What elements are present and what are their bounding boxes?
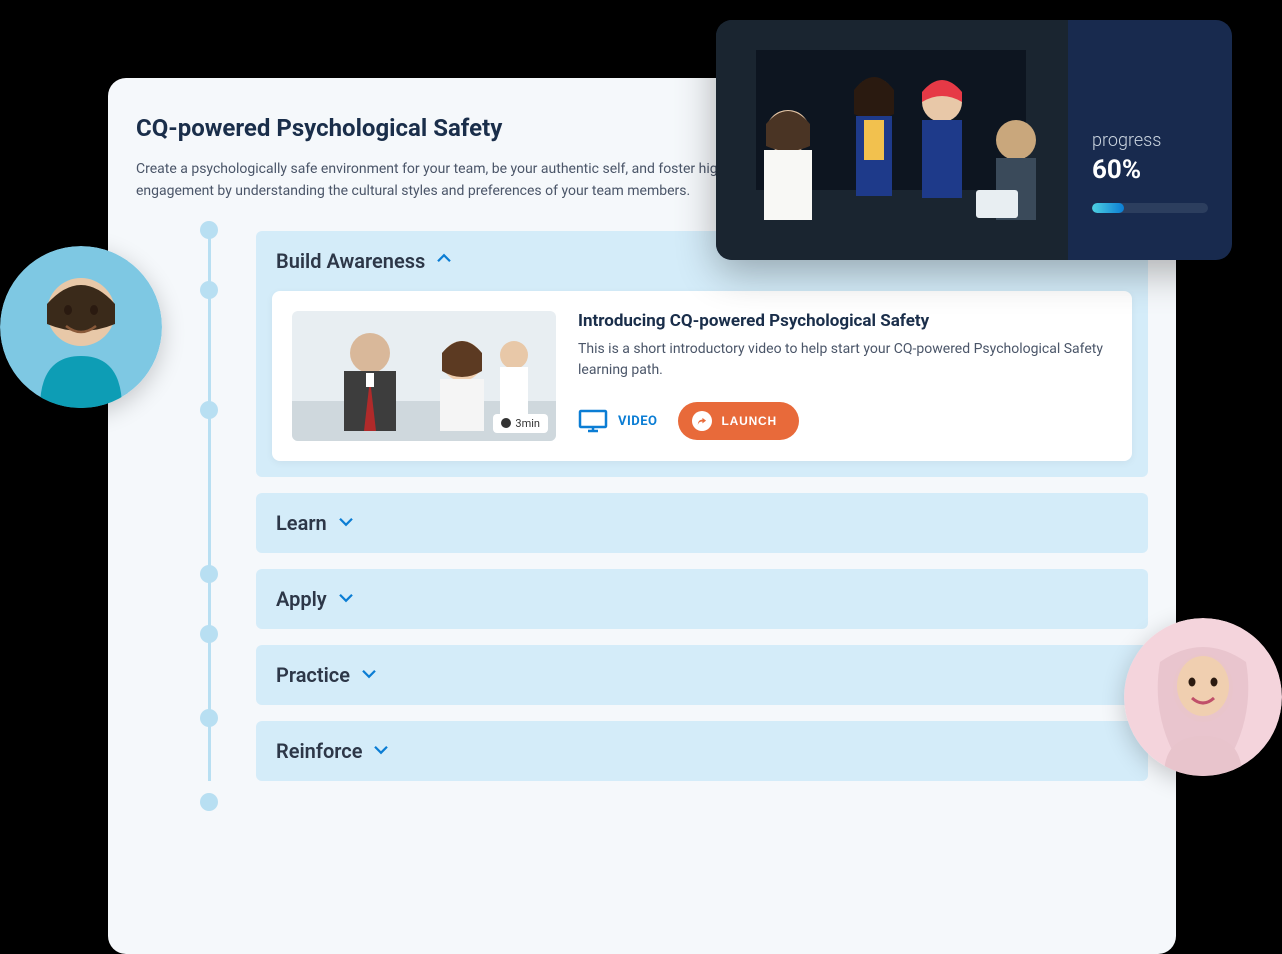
header-section: CQ-powered Psychological Safety Create a… (136, 110, 726, 231)
chevron-up-icon (435, 250, 453, 272)
section-build-awareness: Build Awareness (256, 231, 1148, 477)
sections-list: Build Awareness (256, 231, 1148, 781)
avatar (1124, 618, 1282, 776)
section-header-apply[interactable]: Apply (256, 569, 1148, 629)
chevron-down-icon (372, 740, 390, 762)
section-practice: Practice (256, 645, 1148, 705)
chevron-down-icon (337, 588, 355, 610)
timeline-dot (200, 793, 218, 811)
video-type-indicator: VIDEO (578, 409, 658, 433)
section-learn: Learn (256, 493, 1148, 553)
share-arrow-icon (692, 411, 712, 431)
lesson-thumbnail[interactable]: 3min (292, 311, 556, 441)
timeline-dot (200, 709, 218, 727)
hero-progress-card: progress 60% (716, 20, 1232, 260)
hero-image (716, 20, 1068, 260)
page-description: Create a psychologically safe environmen… (136, 158, 726, 203)
section-title: Reinforce (276, 739, 362, 763)
section-title: Practice (276, 663, 350, 687)
progress-bar (1092, 203, 1208, 213)
lesson-actions: VIDEO LAUNCH (578, 402, 1112, 440)
page-title: CQ-powered Psychological Safety (136, 114, 726, 142)
timeline-dot (200, 401, 218, 419)
timeline-dot (200, 221, 218, 239)
avatar (0, 246, 162, 408)
progress-fill (1092, 203, 1124, 213)
section-title: Learn (276, 511, 327, 535)
lesson-description: This is a short introductory video to he… (578, 339, 1112, 382)
timeline-dot (200, 625, 218, 643)
section-header-reinforce[interactable]: Reinforce (256, 721, 1148, 781)
launch-button[interactable]: LAUNCH (678, 402, 799, 440)
section-content: 3min Introducing CQ-powered Psychologica… (256, 291, 1148, 477)
chevron-down-icon (360, 664, 378, 686)
lesson-title: Introducing CQ-powered Psychological Saf… (578, 311, 1112, 331)
section-reinforce: Reinforce (256, 721, 1148, 781)
timeline-dot (200, 281, 218, 299)
timeline-line (208, 223, 211, 781)
hero-progress-panel: progress 60% (1068, 20, 1232, 260)
section-title: Apply (276, 587, 327, 611)
timeline-container: Build Awareness (136, 231, 1148, 781)
clock-icon (501, 418, 511, 428)
section-header-practice[interactable]: Practice (256, 645, 1148, 705)
monitor-icon (578, 409, 608, 433)
section-title: Build Awareness (276, 249, 425, 273)
video-type-label: VIDEO (618, 414, 658, 429)
launch-label: LAUNCH (722, 414, 777, 428)
duration-text: 3min (515, 417, 540, 430)
progress-label: progress (1092, 130, 1208, 151)
chevron-down-icon (337, 512, 355, 534)
lesson-card: 3min Introducing CQ-powered Psychologica… (272, 291, 1132, 461)
duration-badge: 3min (493, 414, 548, 433)
section-apply: Apply (256, 569, 1148, 629)
progress-value: 60% (1092, 155, 1208, 185)
lesson-body: Introducing CQ-powered Psychological Saf… (578, 311, 1112, 441)
section-header-learn[interactable]: Learn (256, 493, 1148, 553)
timeline-dot (200, 565, 218, 583)
